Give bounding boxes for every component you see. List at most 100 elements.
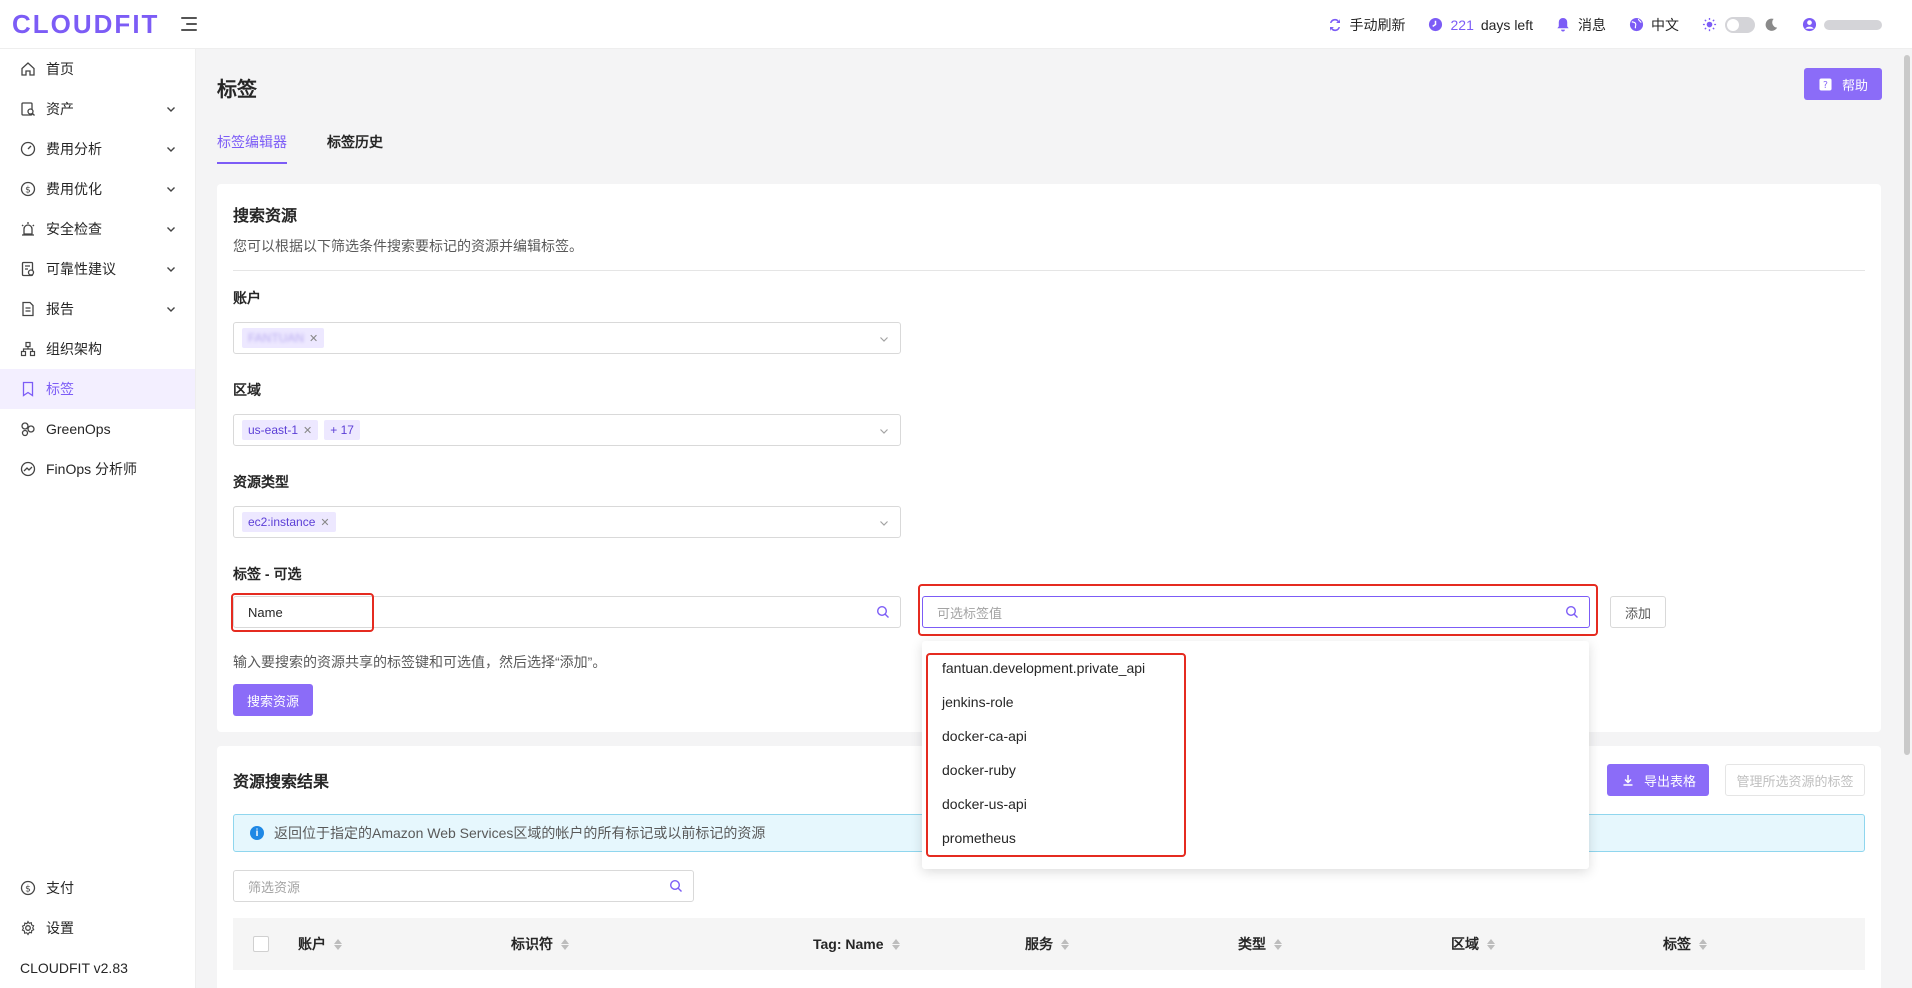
region-chip[interactable]: us-east-1 ✕	[242, 420, 319, 440]
column-account[interactable]: 账户	[298, 918, 342, 970]
column-service[interactable]: 服务	[1025, 918, 1069, 970]
tab-tag-editor[interactable]: 标签编辑器	[217, 132, 287, 164]
report-icon	[20, 301, 36, 317]
account-chip[interactable]: FANTUAN ✕	[242, 328, 325, 348]
sidebar-item-pay[interactable]: $ 支付	[0, 868, 195, 908]
export-table-button[interactable]: 导出表格	[1607, 764, 1709, 796]
dropdown-option[interactable]: docker-us-api	[922, 787, 1589, 821]
close-icon[interactable]: ✕	[303, 424, 312, 437]
close-icon[interactable]: ✕	[320, 516, 329, 529]
chevron-down-icon	[878, 516, 890, 528]
sidebar-item-label: 组织架构	[46, 341, 102, 357]
tag-value-input[interactable]: 可选标签值	[922, 596, 1590, 628]
app-logo[interactable]: CLOUDFIT	[12, 9, 159, 40]
sidebar-item-security-check[interactable]: 安全检查	[0, 209, 195, 249]
tag-value-placeholder: 可选标签值	[937, 605, 1003, 621]
column-tags[interactable]: 标签	[1663, 918, 1707, 970]
sort-icon	[334, 938, 342, 950]
home-icon	[20, 61, 36, 77]
dropdown-option[interactable]: docker-ruby	[922, 753, 1589, 787]
filter-resources-input[interactable]: 筛选资源	[233, 870, 694, 902]
add-tag-button[interactable]: 添加	[1610, 596, 1666, 628]
sidebar-item-reports[interactable]: 报告	[0, 289, 195, 329]
user-menu[interactable]	[1801, 17, 1882, 33]
column-label: 服务	[1025, 936, 1053, 952]
resource-type-chip-label: ec2:instance	[248, 515, 316, 529]
page-scrollbar[interactable]	[1902, 49, 1912, 988]
sidebar-item-reliability[interactable]: 可靠性建议	[0, 249, 195, 289]
dropdown-option[interactable]: fantuan.development.private_api	[922, 651, 1589, 685]
bell-icon	[1555, 17, 1571, 33]
leaf-icon	[20, 421, 36, 437]
language-switch[interactable]: 中文	[1628, 15, 1679, 35]
region-select[interactable]: us-east-1 ✕ + 17	[233, 414, 901, 446]
help-button[interactable]: ? 帮助	[1804, 68, 1882, 100]
manual-refresh-button[interactable]: 手动刷新	[1327, 15, 1406, 35]
sidebar-item-label: 报告	[46, 301, 74, 317]
column-identifier[interactable]: 标识符	[511, 918, 569, 970]
checklist-icon	[20, 261, 36, 277]
theme-toggle[interactable]	[1725, 16, 1755, 33]
tag-key-value: Name	[248, 604, 283, 620]
sidebar-bottom: $ 支付 设置 CLOUDFIT v2.83	[0, 868, 195, 988]
sidebar-item-label: 费用优化	[46, 181, 102, 197]
asset-icon	[20, 101, 36, 117]
sidebar-item-home[interactable]: 首页	[0, 49, 195, 89]
clock-icon	[1428, 17, 1444, 33]
messages-label: 消息	[1578, 16, 1606, 33]
manual-refresh-label: 手动刷新	[1349, 16, 1406, 33]
close-icon[interactable]: ✕	[309, 332, 318, 345]
sidebar-item-settings[interactable]: 设置	[0, 908, 195, 948]
search-resources-button[interactable]: 搜索资源	[233, 684, 313, 716]
column-type[interactable]: 类型	[1238, 918, 1282, 970]
column-label: 账户	[298, 936, 326, 952]
trial-days: 221 days left	[1428, 16, 1533, 33]
divider	[233, 270, 1865, 271]
resource-type-select[interactable]: ec2:instance ✕	[233, 506, 901, 538]
sidebar-item-cost-optimization[interactable]: $ 费用优化	[0, 169, 195, 209]
sidebar-item-cost-analysis[interactable]: 费用分析	[0, 129, 195, 169]
menu-toggle-icon[interactable]	[181, 17, 198, 31]
region-chip-label: us-east-1	[248, 423, 299, 437]
region-more-chip[interactable]: + 17	[324, 420, 360, 440]
theme-switch[interactable]	[1701, 16, 1779, 33]
results-title: 资源搜索结果	[233, 774, 330, 791]
sidebar-item-label: 设置	[46, 920, 74, 936]
column-label: Tag: Name	[813, 936, 884, 952]
select-all-checkbox[interactable]	[253, 936, 269, 952]
resource-type-chip[interactable]: ec2:instance ✕	[242, 512, 336, 532]
download-icon	[1620, 772, 1636, 788]
scrollbar-thumb[interactable]	[1904, 55, 1910, 755]
manage-tags-button[interactable]: 管理所选资源的标签	[1725, 764, 1865, 796]
help-icon: ?	[1818, 76, 1834, 92]
search-icon	[669, 879, 683, 893]
page-title: 标签	[217, 79, 257, 101]
sidebar-item-organization[interactable]: 组织架构	[0, 329, 195, 369]
sidebar-item-finops-analyst[interactable]: FinOps 分析师	[0, 449, 195, 489]
messages-button[interactable]: 消息	[1555, 15, 1606, 35]
sidebar-item-greenops[interactable]: GreenOps	[0, 409, 195, 449]
tab-tag-history[interactable]: 标签历史	[327, 132, 383, 164]
account-chip-label: FANTUAN	[248, 331, 305, 345]
account-select[interactable]: FANTUAN ✕	[233, 322, 901, 354]
dashboard-icon	[20, 141, 36, 157]
analyst-icon	[20, 461, 36, 477]
sidebar-item-tags[interactable]: 标签	[0, 369, 195, 409]
column-tag-name[interactable]: Tag: Name	[813, 918, 900, 970]
dropdown-option[interactable]: prometheus	[922, 821, 1589, 855]
days-left-number: 221	[1450, 16, 1474, 33]
tag-hint: 输入要搜索的资源共享的标签键和可选值，然后选择“添加”。	[233, 654, 607, 670]
column-region[interactable]: 区域	[1451, 918, 1495, 970]
top-bar: CLOUDFIT 手动刷新 221 days left 消息 中文	[0, 0, 1912, 49]
sort-icon	[1061, 938, 1069, 950]
tag-value-dropdown: fantuan.development.private_api jenkins-…	[922, 641, 1589, 869]
tag-key-input[interactable]: Name	[233, 596, 901, 628]
sidebar-item-assets[interactable]: 资产	[0, 89, 195, 129]
chevron-down-icon	[878, 424, 890, 436]
search-icon	[876, 605, 890, 619]
sort-icon	[891, 938, 900, 950]
dropdown-option[interactable]: jenkins-role	[922, 685, 1589, 719]
dropdown-option[interactable]: docker-ca-api	[922, 719, 1589, 753]
column-label: 区域	[1451, 936, 1479, 952]
account-label: 账户	[233, 290, 261, 306]
